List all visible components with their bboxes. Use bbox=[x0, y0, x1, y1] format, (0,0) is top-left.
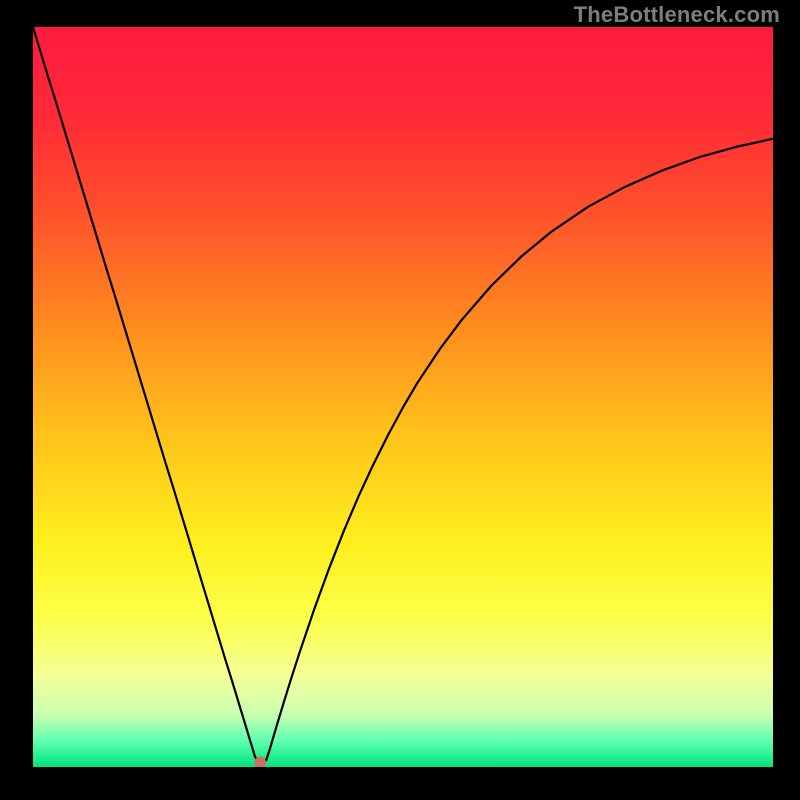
plot-area bbox=[33, 27, 773, 767]
plot-svg bbox=[33, 27, 773, 767]
watermark-text: TheBottleneck.com bbox=[574, 2, 780, 28]
gradient-background bbox=[33, 27, 773, 767]
chart-frame: TheBottleneck.com bbox=[0, 0, 800, 800]
